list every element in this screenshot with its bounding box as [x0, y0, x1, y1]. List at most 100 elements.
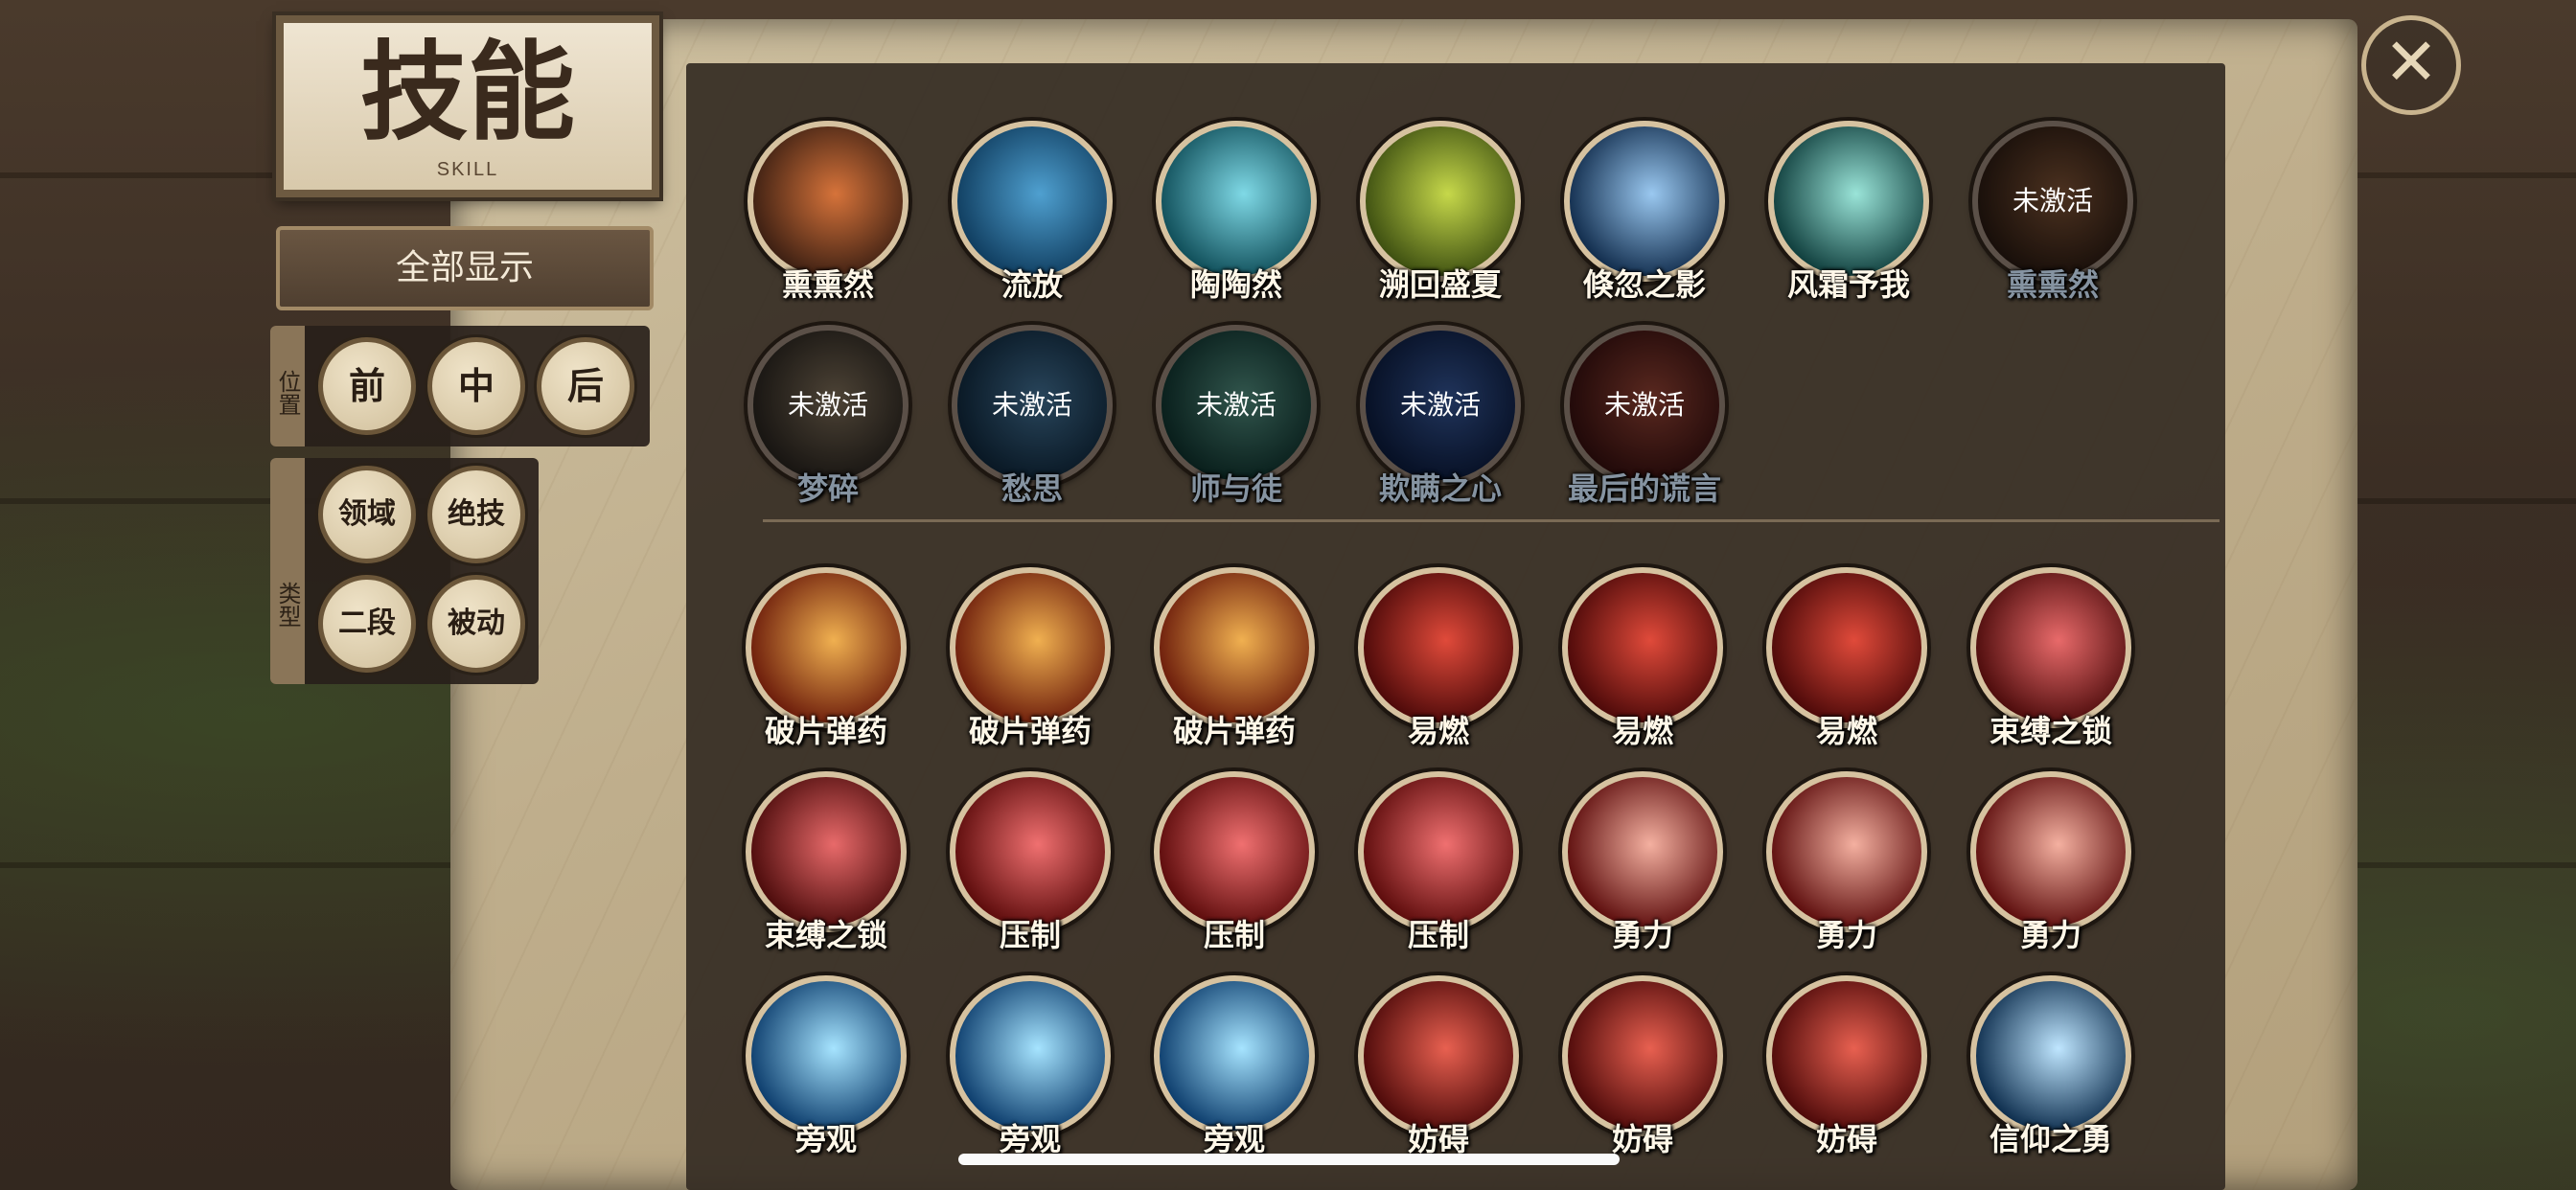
passive-skill[interactable]: 束缚之锁 [740, 771, 912, 955]
skill-icon: 未激活 [1156, 325, 1317, 486]
hero-skill[interactable]: 未激活 欺瞒之心 [1354, 325, 1527, 509]
locked-overlay: 未激活 [957, 331, 1107, 480]
passive-skill[interactable]: 妨碍 [1556, 975, 1729, 1159]
skill-name: 压制 [999, 917, 1061, 953]
passive-skill[interactable]: 破片弹药 [1148, 567, 1321, 751]
passive-skill[interactable]: 破片弹药 [740, 567, 912, 751]
position-back-button[interactable]: 后 [537, 337, 634, 435]
skill-name: 旁观 [794, 1121, 857, 1157]
skill-icon [748, 121, 908, 282]
section-divider [763, 519, 2220, 522]
passive-skill[interactable]: 压制 [1352, 771, 1525, 955]
passive-skill[interactable]: 易燃 [1760, 567, 1933, 751]
passive-skill[interactable]: 旁观 [944, 975, 1116, 1159]
skill-name: 勇力 [1611, 917, 1673, 953]
skill-icon [952, 121, 1113, 282]
skill-icon [1564, 121, 1725, 282]
hero-skill[interactable]: 未激活 熏熏然 [1966, 121, 2139, 305]
skill-icon [950, 975, 1111, 1136]
hero-skill[interactable]: 未激活 梦碎 [742, 325, 914, 509]
skill-name: 勇力 [2019, 917, 2082, 953]
type-filter-panel: 类型 领域 绝技 二段 被动 [270, 458, 539, 684]
skill-icon [1562, 771, 1723, 932]
locked-overlay: 未激活 [1978, 126, 2128, 276]
skill-name: 陶陶然 [1189, 266, 1282, 303]
title-plaque: 技能 SKILL [276, 15, 659, 197]
passive-skill[interactable]: 易燃 [1556, 567, 1729, 751]
skill-icon [1562, 567, 1723, 728]
skill-name: 风霜予我 [1786, 266, 1910, 303]
passive-skill[interactable]: 旁观 [1148, 975, 1321, 1159]
position-middle-button[interactable]: 中 [427, 337, 525, 435]
skill-name: 师与徒 [1189, 470, 1282, 507]
hero-skill[interactable]: 倏忽之影 [1558, 121, 1731, 305]
locked-overlay: 未激活 [753, 331, 903, 480]
skill-icon [1562, 975, 1723, 1136]
position-front-button[interactable]: 前 [318, 337, 416, 435]
skill-icon [1358, 567, 1519, 728]
skill-icon [1766, 975, 1927, 1136]
type-domain-button[interactable]: 领域 [318, 466, 416, 563]
passive-skill[interactable]: 压制 [944, 771, 1116, 955]
skill-icon [1358, 771, 1519, 932]
skill-name: 破片弹药 [968, 713, 1092, 749]
passive-skill[interactable]: 勇力 [1556, 771, 1729, 955]
passive-skill[interactable]: 勇力 [1760, 771, 1933, 955]
passive-skill[interactable]: 妨碍 [1760, 975, 1933, 1159]
passive-skill[interactable]: 旁观 [740, 975, 912, 1159]
passive-skill[interactable]: 妨碍 [1352, 975, 1525, 1159]
hero-skill[interactable]: 陶陶然 [1150, 121, 1322, 305]
skill-icon: 未激活 [952, 325, 1113, 486]
skill-name: 压制 [1203, 917, 1265, 953]
skill-name: 熏熏然 [781, 266, 874, 303]
skill-list-panel: 熏熏然 流放 陶陶然 溯回盛夏 倏忽之影 风霜予我 未激活 熏熏然 未激活 梦碎 未激活 愁思 未激活师… [686, 63, 2225, 1190]
hero-skill[interactable]: 风霜予我 [1762, 121, 1935, 305]
skill-icon [746, 975, 907, 1136]
skill-icon [1360, 121, 1521, 282]
skill-name: 欺瞒之心 [1378, 470, 1502, 507]
skill-name: 勇力 [1815, 917, 1877, 953]
passive-skill[interactable]: 压制 [1148, 771, 1321, 955]
type-ultimate-button[interactable]: 绝技 [427, 466, 525, 563]
close-button[interactable]: ✕ [2361, 15, 2461, 115]
passive-skill[interactable]: 易燃 [1352, 567, 1525, 751]
hero-skill[interactable]: 熏熏然 [742, 121, 914, 305]
type-second-stage-button[interactable]: 二段 [318, 575, 416, 673]
locked-overlay: 未激活 [1570, 331, 1719, 480]
passive-skill[interactable]: 信仰之勇 [1965, 975, 2137, 1159]
hero-skill[interactable]: 流放 [946, 121, 1118, 305]
type-passive-button[interactable]: 被动 [427, 575, 525, 673]
skill-icon: 未激活 [1564, 325, 1725, 486]
position-filter-panel: 位置 前 中 后 [270, 326, 650, 446]
hero-skill[interactable]: 未激活 最后的谎言 [1558, 325, 1731, 509]
passive-skill[interactable]: 勇力 [1965, 771, 2137, 955]
skill-icon: 未激活 [1360, 325, 1521, 486]
hero-skill[interactable]: 未激活 师与徒 [1150, 325, 1322, 509]
skill-name: 易燃 [1407, 713, 1469, 749]
type-filter-label: 类型 [270, 458, 305, 684]
skill-icon [1970, 567, 2131, 728]
locked-overlay: 未激活 [1366, 331, 1515, 480]
skill-name: 束缚之锁 [764, 917, 887, 953]
skill-name: 倏忽之影 [1582, 266, 1706, 303]
skill-icon [1358, 975, 1519, 1136]
skill-name: 梦碎 [796, 470, 859, 507]
skill-name: 信仰之勇 [1989, 1121, 2112, 1157]
home-indicator[interactable] [958, 1154, 1620, 1165]
skill-name: 破片弹药 [1172, 713, 1296, 749]
skill-icon [950, 771, 1111, 932]
skill-icon [1156, 121, 1317, 282]
hero-skill[interactable]: 溯回盛夏 [1354, 121, 1527, 305]
passive-skill[interactable]: 束缚之锁 [1965, 567, 2137, 751]
passive-skill[interactable]: 破片弹药 [944, 567, 1116, 751]
skill-name: 妨碍 [1815, 1121, 1877, 1157]
skill-name: 束缚之锁 [1989, 713, 2112, 749]
skill-name: 最后的谎言 [1567, 470, 1721, 507]
position-filter-label: 位置 [270, 326, 305, 446]
show-all-button[interactable]: 全部显示 [276, 226, 654, 310]
page-subtitle: SKILL [436, 159, 499, 180]
skill-icon [950, 567, 1111, 728]
skill-name: 愁思 [1000, 470, 1063, 507]
locked-overlay: 未激活 [1162, 331, 1311, 480]
hero-skill[interactable]: 未激活 愁思 [946, 325, 1118, 509]
